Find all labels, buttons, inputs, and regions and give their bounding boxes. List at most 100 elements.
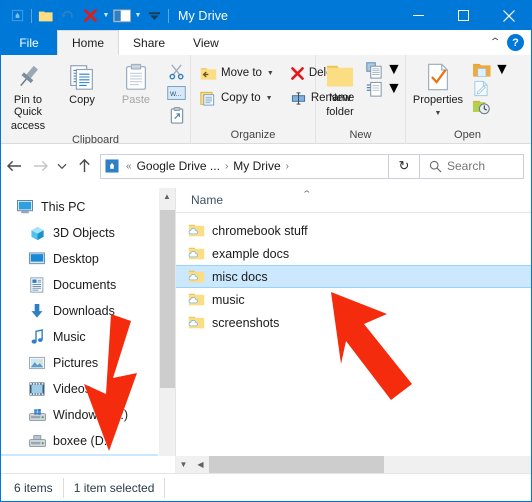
new-item-button[interactable]: ▼ xyxy=(366,61,402,79)
copy-path-button[interactable]: W... xyxy=(167,83,186,103)
breadcrumb-overflow[interactable]: « xyxy=(123,161,135,172)
qat-separator-1 xyxy=(31,8,32,23)
help-icon[interactable]: ? xyxy=(507,34,524,51)
chevron-up-icon[interactable]: ⌃ xyxy=(489,37,502,48)
ribbon: Pin to Quick access Copy Paste W... Clip… xyxy=(1,55,531,146)
status-item-count: 6 items xyxy=(1,477,64,498)
maximize-button[interactable] xyxy=(441,1,486,30)
ribbon-group-new: New folder ▼ ▼ New xyxy=(316,55,406,144)
minimize-button[interactable] xyxy=(396,1,441,30)
pin-to-quick-access-button[interactable]: Pin to Quick access xyxy=(1,58,55,132)
music-icon xyxy=(27,329,47,345)
list-item-example-docs[interactable]: example docs xyxy=(176,242,531,265)
nav-pane-scrollbar[interactable]: ▲ xyxy=(158,188,175,470)
paste-shortcut-button[interactable] xyxy=(169,105,185,125)
close-button[interactable] xyxy=(486,1,531,30)
file-list: chromebook stuff example docs misc docs … xyxy=(176,213,531,334)
forward-button[interactable] xyxy=(27,151,53,181)
cloud-folder-icon xyxy=(188,293,205,306)
edit-button[interactable] xyxy=(472,80,510,97)
properties-caret-icon[interactable]: ▼ xyxy=(435,108,442,120)
back-button[interactable] xyxy=(1,151,27,181)
properties-label: Properties xyxy=(412,94,464,106)
properties-icon[interactable] xyxy=(6,5,28,27)
column-header-name[interactable]: Name xyxy=(176,193,223,207)
qat-separator-2 xyxy=(168,8,169,23)
sidebar-item-downloads[interactable]: Downloads xyxy=(1,298,175,324)
new-folder-button[interactable]: New folder xyxy=(316,58,364,118)
new-item-caret-icon[interactable]: ▼ xyxy=(386,61,402,79)
new-folder-icon[interactable] xyxy=(35,5,57,27)
copy-to-button[interactable]: Copy to ▼ xyxy=(197,86,277,110)
sidebar-item-desktop[interactable]: Desktop xyxy=(1,246,175,272)
sidebar-item-pictures[interactable]: Pictures xyxy=(1,350,175,376)
sidebar-item-this-pc[interactable]: This PC xyxy=(1,194,175,220)
refresh-button[interactable]: ↻ xyxy=(388,154,419,178)
copy-to-caret-icon[interactable]: ▼ xyxy=(266,95,273,102)
open-button[interactable]: ▼ xyxy=(472,61,510,79)
desktop-icon xyxy=(27,252,47,266)
up-button[interactable] xyxy=(71,151,97,181)
copy-button[interactable]: Copy xyxy=(55,58,109,106)
scrollbar-row-spacer xyxy=(1,456,175,473)
sidebar-item-boxee-d[interactable]: boxee (D:) xyxy=(1,428,175,454)
easy-access-caret-icon[interactable]: ▼ xyxy=(386,80,402,98)
hscroll-thumb[interactable] xyxy=(209,456,384,473)
file-pane-horizontal-scrollbar[interactable]: ◀ xyxy=(192,456,531,473)
tab-share[interactable]: Share xyxy=(119,30,180,55)
sidebar-label-downloads: Downloads xyxy=(53,304,115,318)
tab-file[interactable]: File xyxy=(1,30,57,55)
layout-icon[interactable] xyxy=(111,5,133,27)
sidebar-item-3d-objects[interactable]: 3D Objects xyxy=(1,220,175,246)
cloud-folder-icon xyxy=(188,247,205,260)
copy-path-icon: W... xyxy=(167,86,186,100)
sidebar-item-music[interactable]: Music xyxy=(1,324,175,350)
easy-access-button[interactable]: ▼ xyxy=(366,80,402,98)
delete-icon[interactable] xyxy=(79,5,101,27)
properties-button[interactable]: Properties ▼ xyxy=(406,58,470,120)
pin-to-quick-access-label-line1: Pin to Quick xyxy=(13,94,43,118)
new-folder-icon xyxy=(326,65,354,87)
breadcrumb-separator-1[interactable]: › xyxy=(222,161,231,172)
tab-view[interactable]: View xyxy=(179,30,233,55)
delete-dropdown-icon[interactable]: ▼ xyxy=(101,5,111,27)
sidebar-item-windows-c[interactable]: Windows (C:) xyxy=(1,402,175,428)
nav-scroll-down-button[interactable]: ▼ xyxy=(175,456,192,473)
folder-tree: This PC 3D Objects Desktop Documents Dow… xyxy=(1,188,175,470)
cloud-folder-icon xyxy=(188,270,205,283)
list-item-chromebook-stuff[interactable]: chromebook stuff xyxy=(176,219,531,242)
breadcrumb-bar[interactable]: « Google Drive ... › My Drive › ↻ xyxy=(100,153,420,179)
copy-label: Copy xyxy=(69,94,95,106)
copy-to-label: Copy to xyxy=(221,92,261,104)
breadcrumb-item-my-drive[interactable]: My Drive xyxy=(232,159,281,173)
cut-button[interactable] xyxy=(168,61,185,81)
search-box[interactable]: Search xyxy=(420,153,524,179)
list-item-misc-docs[interactable]: misc docs xyxy=(176,265,531,288)
list-item-screenshots[interactable]: screenshots xyxy=(176,311,531,334)
list-item-music[interactable]: music xyxy=(176,288,531,311)
copy-icon xyxy=(70,65,93,90)
new-item-icon xyxy=(366,61,382,79)
sidebar-item-documents[interactable]: Documents xyxy=(1,272,175,298)
qat-customize-icon[interactable] xyxy=(143,5,165,27)
move-to-button[interactable]: Move to ▼ xyxy=(197,61,277,85)
pin-icon xyxy=(20,65,38,87)
breadcrumb-separator-2[interactable]: › xyxy=(283,161,292,172)
undo-icon[interactable] xyxy=(57,5,79,27)
list-item-label: music xyxy=(212,292,245,307)
nav-scroll-thumb[interactable] xyxy=(160,210,175,388)
easy-access-icon xyxy=(366,81,382,97)
sidebar-label-desktop: Desktop xyxy=(53,252,99,266)
open-caret-icon[interactable]: ▼ xyxy=(494,61,510,79)
sidebar-item-videos[interactable]: Videos xyxy=(1,376,175,402)
tab-home[interactable]: Home xyxy=(57,30,120,55)
layout-dropdown-icon[interactable]: ▼ xyxy=(133,5,143,27)
breadcrumb-item-drive[interactable]: Google Drive ... xyxy=(136,159,221,173)
hscroll-left-button[interactable]: ◀ xyxy=(192,456,209,473)
recent-locations-button[interactable] xyxy=(53,151,71,181)
paste-button[interactable]: Paste xyxy=(109,58,163,106)
breadcrumb: « Google Drive ... › My Drive › xyxy=(101,159,388,173)
move-to-caret-icon[interactable]: ▼ xyxy=(267,70,274,77)
history-button[interactable] xyxy=(472,98,510,115)
nav-scroll-up-button[interactable]: ▲ xyxy=(159,188,175,205)
